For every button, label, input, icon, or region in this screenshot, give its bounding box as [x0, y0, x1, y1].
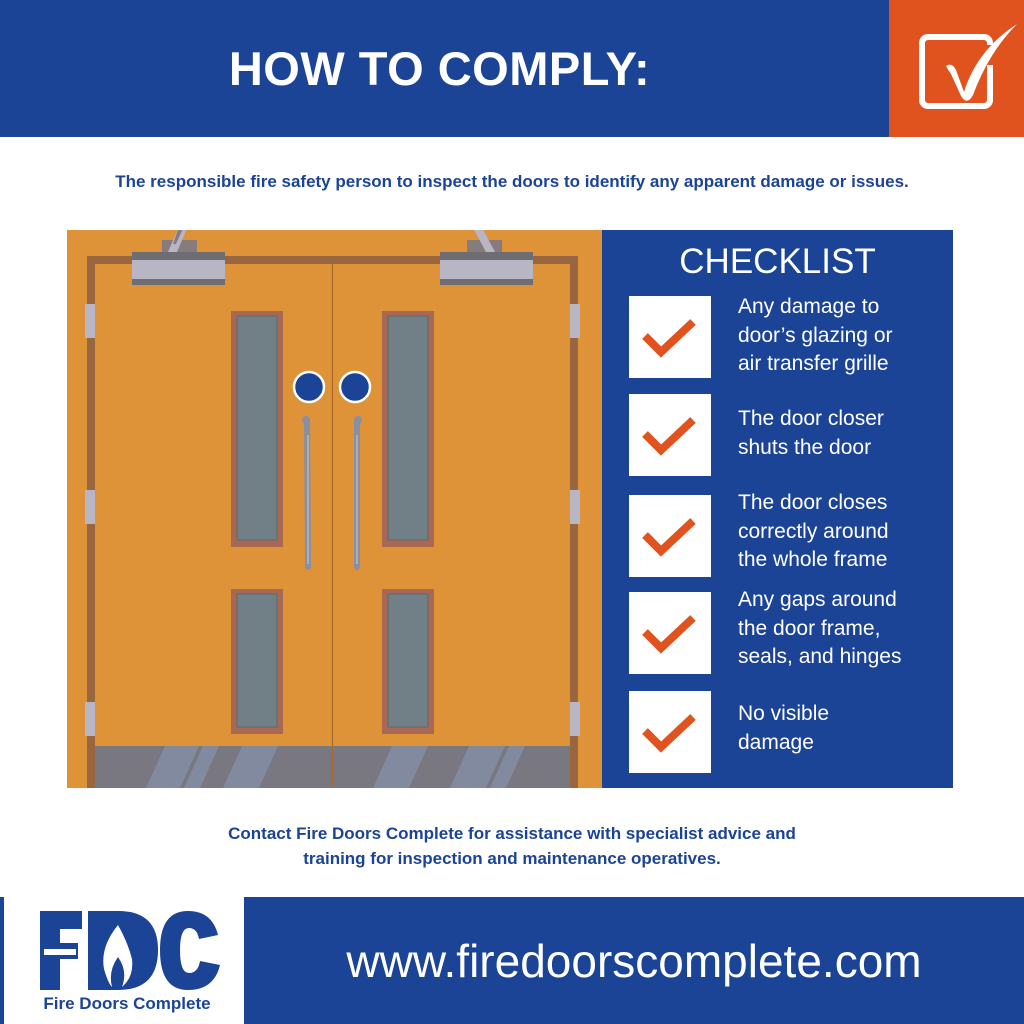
label-line: damage [738, 730, 814, 754]
label-line: the door frame, [738, 616, 881, 640]
kick-plate-icon [95, 746, 570, 788]
logo-divider [0, 897, 4, 1024]
label-line: door’s glazing or [738, 323, 893, 347]
logo-tagline: Fire Doors Complete [43, 994, 211, 1013]
vision-panel-icon [231, 311, 283, 547]
checklist-item-label: The door closes correctly around the who… [738, 489, 958, 575]
door-closer-icon [132, 230, 225, 285]
hinge-icon [85, 304, 95, 338]
checkbox [629, 394, 711, 476]
fdc-logo-icon [40, 911, 220, 990]
website-link[interactable]: www.firedoorscomplete.com [244, 897, 1024, 1024]
subtitle: The responsible fire safety person to in… [115, 172, 909, 191]
hinge-icon [570, 304, 580, 338]
checkbox [629, 495, 711, 577]
label-line: seals, and hinges [738, 645, 902, 668]
hinge-icon [85, 702, 95, 736]
page-title-text: HOW TO COMPLY: [228, 42, 651, 95]
check-icon [642, 518, 696, 557]
door-closer-icon [440, 230, 533, 285]
checklist-item-label: No visible damage [738, 700, 958, 757]
label-line: The door closer [738, 407, 884, 430]
label-line: The door closes [738, 491, 888, 514]
contact-line: Contact Fire Doors Complete for assistan… [228, 824, 796, 843]
checklist-item: Any gaps around the door frame, seals, a… [629, 588, 949, 676]
label-line: the whole frame [738, 548, 888, 571]
checkbox [629, 691, 711, 773]
hinge-icon [570, 702, 580, 736]
checkbox-check-icon [919, 24, 1017, 109]
contact-note: Contact Fire Doors Complete for assistan… [0, 821, 1024, 871]
checkbox [629, 592, 711, 674]
door-illustration [67, 230, 602, 788]
check-icon [642, 417, 696, 456]
checklist-title: CHECKLIST [679, 242, 876, 281]
label-line: air transfer grille [738, 352, 889, 375]
contact-line: training for inspection and maintenance … [303, 849, 721, 868]
label-line: correctly around [738, 519, 889, 543]
fire-door-sign-icon [338, 370, 372, 404]
fire-door-sign-icon [292, 370, 326, 404]
checklist-panel: CHECKLIST Any damage to door’s glazing o… [602, 230, 953, 788]
website-text[interactable]: www.firedoorscomplete.com [346, 934, 921, 988]
page-title: HOW TO COMPLY: [0, 0, 889, 137]
checklist-item: No visible damage [629, 691, 949, 775]
vision-panel-icon [231, 589, 283, 734]
double-door-graphic [85, 230, 580, 788]
header-badge [889, 0, 1024, 137]
vision-panel-icon [382, 589, 434, 734]
check-icon [642, 714, 696, 753]
label-line: Any damage to [738, 295, 880, 318]
label-line: Any gaps around [738, 588, 897, 611]
checklist-item-label: The door closer shuts the door [738, 405, 958, 462]
checklist-item: The door closer shuts the door [629, 394, 949, 478]
checkbox [629, 296, 711, 378]
vision-panel-icon [382, 311, 434, 547]
checklist-item-label: Any gaps around the door frame, seals, a… [738, 586, 958, 672]
label-line: No visible [738, 702, 830, 725]
checklist-item-label: Any damage to door’s glazing or air tran… [738, 293, 958, 379]
hinge-icon [85, 490, 95, 524]
check-icon [642, 615, 696, 654]
checklist-item: Any damage to door’s glazing or air tran… [629, 295, 949, 380]
hinge-icon [570, 490, 580, 524]
checklist-item: The door closes correctly around the who… [629, 491, 949, 579]
check-icon [642, 319, 696, 358]
label-line: shuts the door [738, 435, 872, 459]
